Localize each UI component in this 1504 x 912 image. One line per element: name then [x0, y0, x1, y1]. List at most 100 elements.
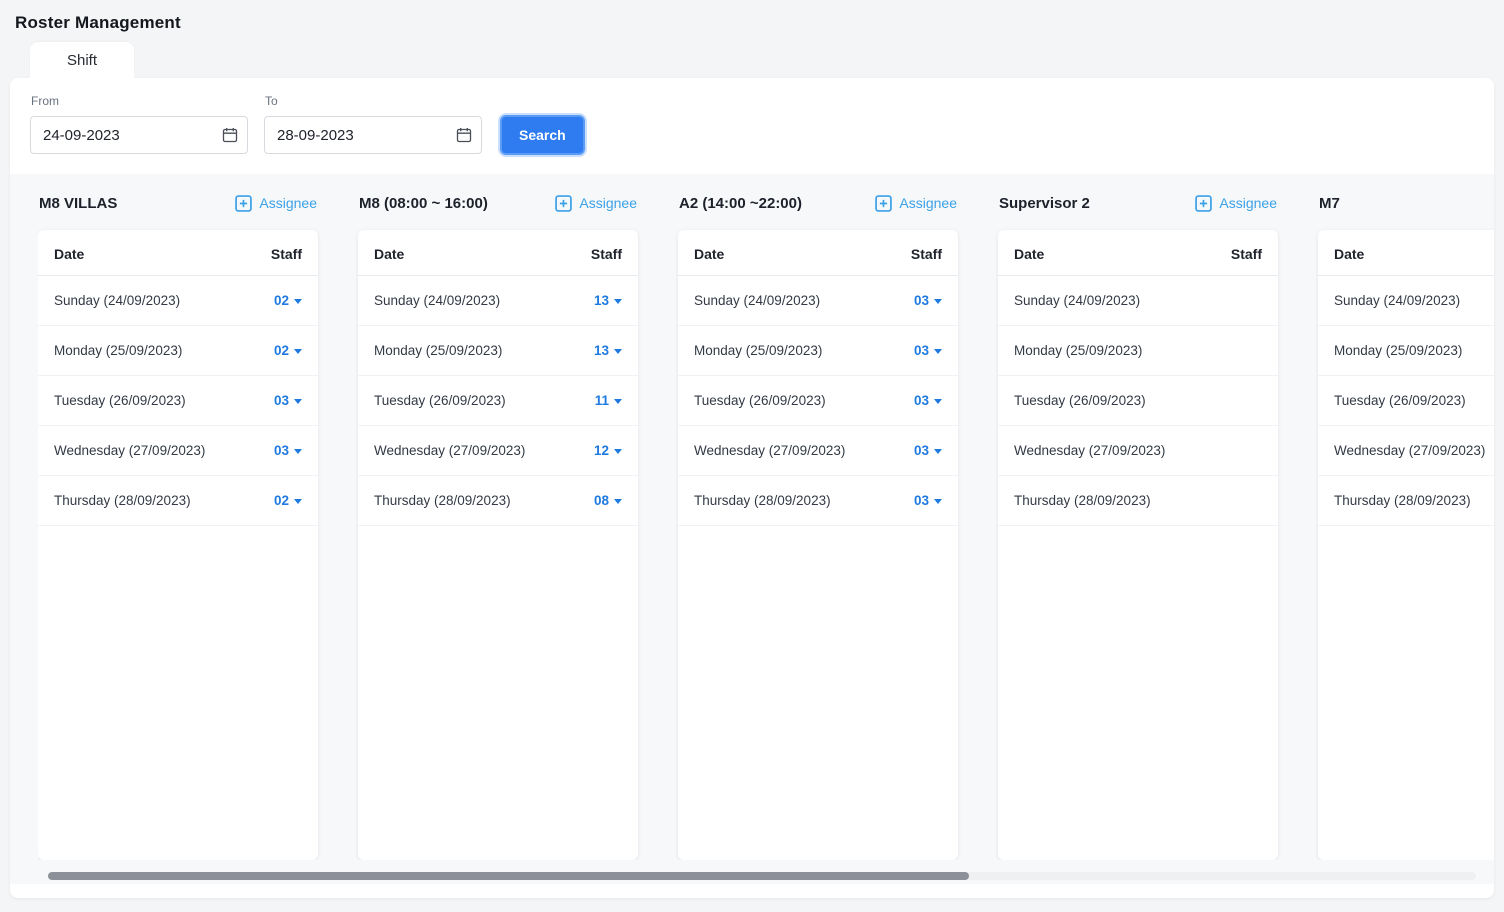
calendar-icon[interactable]: [456, 127, 472, 143]
row-date: Sunday (24/09/2023): [54, 293, 180, 308]
roster-card: Date Staff Sunday (24/09/2023) Monday (2…: [998, 230, 1278, 860]
table-header: Date Staff: [38, 230, 318, 276]
staff-count: 02: [274, 343, 289, 358]
table-row: Wednesday (27/09/2023) 03: [678, 426, 958, 476]
shift-column: Supervisor 2 Assignee Date Staff Sunday …: [998, 186, 1278, 860]
staff-dropdown[interactable]: 03: [914, 293, 942, 308]
roster-card: Date Staff Sunday (24/09/2023) 03 Monday…: [678, 230, 958, 860]
add-assignee-button[interactable]: Assignee: [1195, 195, 1277, 212]
table-row: Monday (25/09/2023) 03: [678, 326, 958, 376]
staff-dropdown[interactable]: 12: [594, 443, 622, 458]
panel-footer: [10, 884, 1494, 898]
staff-count: 03: [914, 493, 929, 508]
roster-card: Date Staff Sunday (24/09/2023) 13 Monday…: [358, 230, 638, 860]
table-row: Sunday (24/09/2023): [998, 276, 1278, 326]
add-assignee-icon: [875, 195, 892, 212]
column-header: A2 (14:00 ~22:00) Assignee: [678, 186, 958, 220]
staff-dropdown[interactable]: 02: [274, 293, 302, 308]
row-date: Sunday (24/09/2023): [694, 293, 820, 308]
staff-dropdown[interactable]: 13: [594, 343, 622, 358]
shift-column: M7 Assignee Date Staff Sunday (24/09/202…: [1318, 186, 1494, 860]
staff-count: 02: [274, 293, 289, 308]
row-date: Sunday (24/09/2023): [1014, 293, 1140, 308]
column-rows: Sunday (24/09/2023) Monday (25/09/2023) …: [998, 276, 1278, 526]
staff-count: 12: [594, 443, 609, 458]
staff-dropdown[interactable]: 03: [914, 443, 942, 458]
shift-column: A2 (14:00 ~22:00) Assignee Date Staff Su…: [678, 186, 958, 860]
staff-count: 03: [274, 443, 289, 458]
table-row: Tuesday (26/09/2023) 11: [358, 376, 638, 426]
row-date: Sunday (24/09/2023): [1334, 293, 1460, 308]
from-field: From: [30, 94, 248, 154]
to-date-input[interactable]: [264, 116, 482, 154]
staff-column-header: Staff: [591, 246, 622, 262]
chevron-down-icon: [294, 349, 302, 354]
staff-dropdown[interactable]: 03: [914, 343, 942, 358]
from-date-input[interactable]: [30, 116, 248, 154]
column-header: M7 Assignee: [1318, 186, 1494, 220]
roster-card: Date Staff Sunday (24/09/2023) 02 Monday…: [38, 230, 318, 860]
add-assignee-icon: [1195, 195, 1212, 212]
chevron-down-icon: [934, 399, 942, 404]
row-date: Wednesday (27/09/2023): [54, 443, 205, 458]
column-header: M8 VILLAS Assignee: [38, 186, 318, 220]
row-date: Monday (25/09/2023): [1334, 343, 1462, 358]
row-date: Wednesday (27/09/2023): [694, 443, 845, 458]
row-date: Wednesday (27/09/2023): [1014, 443, 1165, 458]
staff-count: 13: [594, 343, 609, 358]
row-date: Thursday (28/09/2023): [1334, 493, 1471, 508]
add-assignee-button[interactable]: Assignee: [875, 195, 957, 212]
tab-shift[interactable]: Shift: [30, 42, 134, 78]
column-title: M8 VILLAS: [39, 195, 117, 212]
columns: M8 VILLAS Assignee Date Staff Sunday (24…: [38, 186, 1494, 860]
chevron-down-icon: [934, 449, 942, 454]
roster-card: Date Staff Sunday (24/09/2023) Monday (2…: [1318, 230, 1494, 860]
staff-count: 03: [274, 393, 289, 408]
table-header: Date Staff: [1318, 230, 1494, 276]
staff-count: 11: [595, 393, 609, 408]
table-row: Monday (25/09/2023): [1318, 326, 1494, 376]
horizontal-scrollbar-thumb[interactable]: [48, 872, 969, 880]
table-row: Thursday (28/09/2023): [1318, 476, 1494, 526]
row-date: Thursday (28/09/2023): [54, 493, 191, 508]
column-rows: Sunday (24/09/2023) 03 Monday (25/09/202…: [678, 276, 958, 526]
row-date: Wednesday (27/09/2023): [1334, 443, 1485, 458]
row-date: Thursday (28/09/2023): [374, 493, 511, 508]
staff-dropdown[interactable]: 03: [274, 443, 302, 458]
staff-dropdown[interactable]: 02: [274, 493, 302, 508]
add-assignee-button[interactable]: Assignee: [235, 195, 317, 212]
roster-columns-region: M8 VILLAS Assignee Date Staff Sunday (24…: [10, 174, 1494, 884]
staff-dropdown[interactable]: 03: [914, 493, 942, 508]
page-title: Roster Management: [0, 0, 1504, 42]
row-date: Monday (25/09/2023): [1014, 343, 1142, 358]
calendar-icon[interactable]: [222, 127, 238, 143]
staff-dropdown[interactable]: 02: [274, 343, 302, 358]
chevron-down-icon: [934, 499, 942, 504]
table-row: Sunday (24/09/2023) 13: [358, 276, 638, 326]
row-date: Sunday (24/09/2023): [374, 293, 500, 308]
staff-dropdown[interactable]: 11: [595, 393, 622, 408]
table-row: Monday (25/09/2023): [998, 326, 1278, 376]
table-row: Sunday (24/09/2023) 03: [678, 276, 958, 326]
staff-dropdown[interactable]: 03: [914, 393, 942, 408]
chevron-down-icon: [614, 449, 622, 454]
from-label: From: [31, 94, 248, 108]
add-assignee-icon: [235, 195, 252, 212]
staff-column-header: Staff: [911, 246, 942, 262]
row-date: Tuesday (26/09/2023): [694, 393, 826, 408]
staff-dropdown[interactable]: 13: [594, 293, 622, 308]
column-header: M8 (08:00 ~ 16:00) Assignee: [358, 186, 638, 220]
staff-count: 08: [594, 493, 609, 508]
row-date: Tuesday (26/09/2023): [374, 393, 506, 408]
column-title: M7: [1319, 195, 1340, 212]
staff-count: 03: [914, 443, 929, 458]
staff-dropdown[interactable]: 03: [274, 393, 302, 408]
column-rows: Sunday (24/09/2023) Monday (25/09/2023) …: [1318, 276, 1494, 526]
add-assignee-button[interactable]: Assignee: [555, 195, 637, 212]
staff-dropdown[interactable]: 08: [594, 493, 622, 508]
date-column-header: Date: [694, 246, 724, 262]
row-date: Thursday (28/09/2023): [694, 493, 831, 508]
row-date: Thursday (28/09/2023): [1014, 493, 1151, 508]
shift-panel: From To: [10, 78, 1494, 898]
search-button[interactable]: Search: [500, 115, 585, 155]
